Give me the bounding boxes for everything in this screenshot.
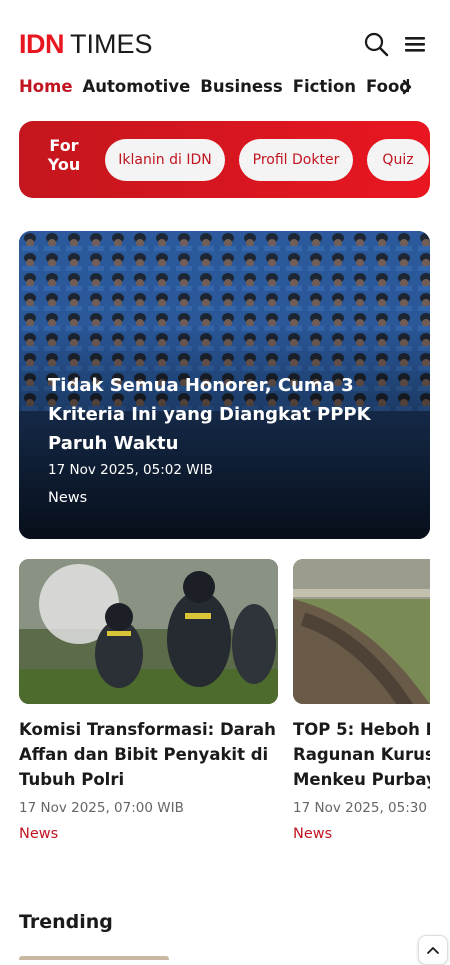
nav-item-business[interactable]: Business xyxy=(200,73,282,101)
hero-category[interactable]: News xyxy=(48,490,87,506)
article-thumbnail xyxy=(293,559,430,704)
category-nav: Home Automotive Business Fiction Food xyxy=(19,73,409,101)
chip-quiz[interactable]: Quiz xyxy=(367,139,429,181)
trending-heading: Trending xyxy=(19,911,113,933)
chip-profil-dokter[interactable]: Profil Dokter xyxy=(239,139,353,181)
scroll-to-top-button[interactable] xyxy=(418,935,448,965)
search-icon[interactable] xyxy=(363,31,389,57)
article-date: 17 Nov 2025, 05:30 W xyxy=(293,800,430,816)
for-you-bar: For You Iklanin di IDN Profil Dokter Qui… xyxy=(19,121,430,198)
chevron-up-icon xyxy=(427,947,439,954)
top-header: IDN TIMES Home Automotive Business Ficti… xyxy=(0,0,450,110)
nav-item-home[interactable]: Home xyxy=(19,73,73,101)
article-thumbnail xyxy=(19,559,278,704)
chip-iklanin[interactable]: Iklanin di IDN xyxy=(105,139,225,181)
hero-date: 17 Nov 2025, 05:02 WIB xyxy=(48,462,213,478)
nav-item-fiction[interactable]: Fiction xyxy=(293,73,356,101)
hero-title[interactable]: Tidak Semua Honorer, Cuma 3 Kriteria Ini… xyxy=(48,371,378,458)
chevron-right-icon[interactable] xyxy=(398,77,416,97)
article-category[interactable]: News xyxy=(19,826,278,842)
nav-item-automotive[interactable]: Automotive xyxy=(83,73,191,101)
article-title[interactable]: Komisi Transformasi: Darah Affan dan Bib… xyxy=(19,717,278,792)
article-category[interactable]: News xyxy=(293,826,430,842)
article-title[interactable]: TOP 5: Heboh Ho Ragunan Kurus Menkeu Pur… xyxy=(293,717,430,792)
trending-thumbnail[interactable] xyxy=(19,956,169,960)
for-you-label: For You xyxy=(47,136,81,174)
hamburger-menu-icon[interactable] xyxy=(403,31,429,57)
hero-article-card[interactable]: Tidak Semua Honorer, Cuma 3 Kriteria Ini… xyxy=(19,231,430,539)
article-card[interactable]: Komisi Transformasi: Darah Affan dan Bib… xyxy=(19,559,278,842)
article-date: 17 Nov 2025, 07:00 WIB xyxy=(19,800,184,816)
article-card[interactable]: TOP 5: Heboh Ho Ragunan Kurus Menkeu Pur… xyxy=(293,559,430,842)
idn-times-logo[interactable]: IDN TIMES xyxy=(19,28,153,60)
